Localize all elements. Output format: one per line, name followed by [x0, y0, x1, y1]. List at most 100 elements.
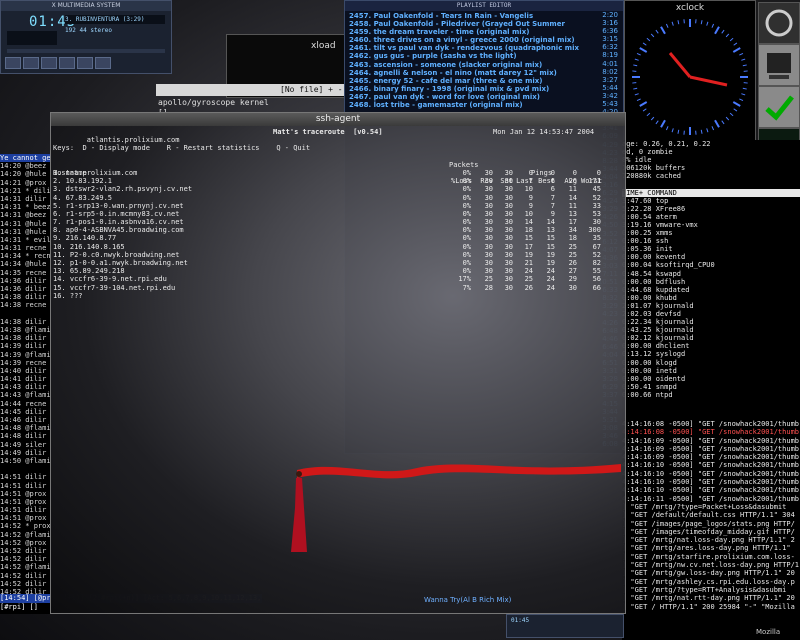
playlist-row[interactable]: 2457. Paul Oakenfold - Tears In Rain - V…	[349, 12, 579, 20]
mtr-hop-stat: 30	[484, 226, 493, 235]
dock-app-icon[interactable]	[758, 2, 800, 44]
playlist-row[interactable]: 2460. three drives on a vinyl - greece 2…	[349, 36, 579, 44]
irc-terminal[interactable]: Ye cannot ge 14:20 @beez 14:20 @hule 14:21 …	[0, 154, 52, 614]
irc-message: 14:51 @prox	[0, 514, 47, 523]
mtr-hop-stat: 24	[546, 275, 555, 284]
irc-message: 14:52 dilir	[0, 555, 47, 564]
mtr-column-header: Hostname %Loss Rcv Snt Last Best Avg Worst	[53, 161, 623, 185]
mtr-hop-stat: 7	[550, 193, 555, 202]
irc-message: 14:39 recne	[0, 358, 47, 367]
log-line: 4:14:16:10 -0500] "GET /snowhack2001/thu…	[622, 461, 800, 470]
mtr-hop-stat: 300	[588, 226, 601, 235]
playlist-row[interactable]: 2461. tilt vs paul van dyk - rendezvous …	[349, 44, 579, 52]
playlist-row[interactable]: 2465. energy 52 - cafe del mar (three & …	[349, 77, 579, 85]
ssh-terminal-body[interactable]: atlantis.prolixium.com Keys: D - Display…	[51, 126, 625, 613]
top-column-header: TIME+ COMMAND	[622, 188, 800, 197]
irc-topic: Ye cannot ge	[0, 154, 52, 163]
playlist-row[interactable]: 2466. binary finary - 1998 (original mix…	[349, 85, 579, 93]
irc-message: 14:51 dilir	[0, 473, 47, 482]
log-line: 4:14:16:09 -0500] "GET /snowhack2001/thu…	[622, 444, 800, 453]
playlist-row[interactable]: 2463. ascension - someone (slacker origi…	[349, 61, 579, 69]
mtr-hop-stat: 14	[524, 218, 533, 227]
mtr-hop-row: 12. p1-0-0.a1.nwyk.broadwing.net 0% 30 30 21…	[53, 259, 623, 267]
mtr-hop-stat: 0%	[462, 259, 471, 267]
top-line: 2:02.03 devfsd	[622, 309, 682, 318]
wm-logo-icon	[765, 9, 793, 37]
mtr-hop-stat: 14	[568, 193, 577, 202]
mtr-hop-stat: 30	[504, 226, 513, 235]
playlist-title[interactable]: PLAYLIST EDITOR	[345, 1, 623, 11]
ssh-window-title[interactable]: ssh-agent	[51, 113, 625, 126]
mtr-hop-stat: 25	[568, 242, 577, 251]
mtr-hop-stat: 13	[568, 209, 577, 218]
ssh-agent-window[interactable]: ssh-agent atlantis.prolixium.com Keys: D…	[50, 112, 626, 614]
top-line: 3:19.16 vmware-vmx	[622, 220, 698, 229]
vim-titlebar[interactable]: [No file] + - VIM	[156, 84, 376, 96]
playlist-row-duration: 8:02	[602, 67, 618, 76]
mtr-hop-stat: 6	[550, 177, 555, 186]
log-line: ] "GET /images/page_logos/stats.png HTTP…	[622, 519, 795, 528]
mtr-hop-stat: 30	[504, 250, 513, 259]
eject-button[interactable]	[95, 57, 111, 69]
mtr-hop-stat: 82	[592, 259, 601, 267]
clock-tick	[634, 93, 639, 96]
mtr-hop-stat: 30	[592, 218, 601, 227]
top-line: 0:00.16 ssh	[622, 237, 669, 246]
mtr-hop-stat: 0	[528, 168, 533, 177]
xclock-window[interactable]: xclock	[624, 0, 756, 142]
xmms-seek-bar[interactable]	[7, 49, 165, 53]
playlist-row[interactable]: 2467. paul van dyk - word for love (orig…	[349, 93, 579, 101]
dancer-figure-image	[291, 471, 307, 552]
xmms-player[interactable]: X MULTIMEDIA SYSTEM 01:45 3. RUBINVENTUR…	[0, 0, 172, 74]
playlist-row[interactable]: 2464. agnelli & nelson - el nino (matt d…	[349, 69, 579, 77]
mtr-hop-stat: 30	[568, 283, 577, 292]
irc-message: 14:50 @flami	[0, 456, 51, 465]
red-ribbon-image	[297, 464, 621, 479]
top-terminal[interactable]: age: 0.26, 0.21, 0.22 ed, 0 zombie 8% idl…	[622, 140, 800, 420]
xmms-visualizer[interactable]	[7, 31, 57, 45]
mtr-hop-stat: 30	[484, 168, 493, 177]
mtr-hop-stat: 30	[504, 177, 513, 186]
xmms-title[interactable]: X MULTIMEDIA SYSTEM	[1, 1, 171, 11]
taskbar-mozilla[interactable]: Mozilla	[756, 628, 780, 636]
clock-tick	[642, 42, 647, 46]
mtr-hop-stat: 19	[546, 250, 555, 259]
top-line: 0:00.25 xmms	[622, 229, 673, 238]
irc-message: 14:51 @prox	[0, 489, 47, 498]
playlist-row[interactable]: 2459. the dream traveler - time (origina…	[349, 28, 579, 36]
playlist-row[interactable]: 2462. gus gus - purple (sasha vs the lig…	[349, 52, 579, 60]
top-line: 0:48.54 kswapd	[622, 269, 682, 278]
irc-message	[0, 465, 52, 473]
mtr-hop-stat: 19	[524, 250, 533, 259]
dock-app-icon[interactable]	[758, 44, 800, 86]
irc-message: 14:31 @hule	[0, 219, 47, 228]
mtr-hop-stat: 6	[550, 185, 555, 194]
log-line: ] "GET /mrtg/?type=RTT+Analysis&dasubmi	[622, 585, 787, 594]
apache-log-terminal[interactable]: 4:14:16:08 -0500] "GET /snowhack2001/thu…	[622, 420, 800, 640]
mtr-hop-stat: 66	[592, 283, 601, 292]
mtr-hop-stat: 17%	[458, 275, 471, 284]
clock-tick	[711, 23, 715, 28]
playlist-row[interactable]: 2458. Paul Oakenfold - Piledriver (Graye…	[349, 20, 579, 28]
mtr-hop-stat: 17	[524, 242, 533, 251]
play-button[interactable]	[23, 57, 39, 69]
mtr-hop-stat: 15	[546, 242, 555, 251]
top-line: 720880k cached	[622, 172, 682, 181]
pause-button[interactable]	[41, 57, 57, 69]
clock-tick	[706, 128, 709, 133]
top-line: 0:50.41 snmpd	[622, 382, 677, 391]
log-line: ] "GET /mrtg/ares.loss-day.png HTTP/1.1"	[622, 544, 791, 553]
mtr-hop-stat: 15	[524, 234, 533, 243]
playlist-row[interactable]: 2468. lost tribe - gamemaster (original …	[349, 101, 579, 109]
dock-app-icon[interactable]	[758, 86, 800, 128]
log-line: ] "GET /mrtg/gw.loss-day.png HTTP/1.1" 2…	[622, 569, 795, 578]
mtr-hop-row: 4. 67.83.249.5 0% 30 30 9 7 14 52	[53, 194, 623, 202]
xmms-mini-player[interactable]: 01:45	[506, 614, 624, 638]
next-button[interactable]	[77, 57, 93, 69]
clock-tick	[633, 87, 638, 90]
mtr-hop-stat: 26	[568, 259, 577, 267]
stop-button[interactable]	[59, 57, 75, 69]
clock-face-icon	[632, 19, 748, 135]
prev-button[interactable]	[5, 57, 21, 69]
clock-minute-hand	[689, 75, 728, 87]
